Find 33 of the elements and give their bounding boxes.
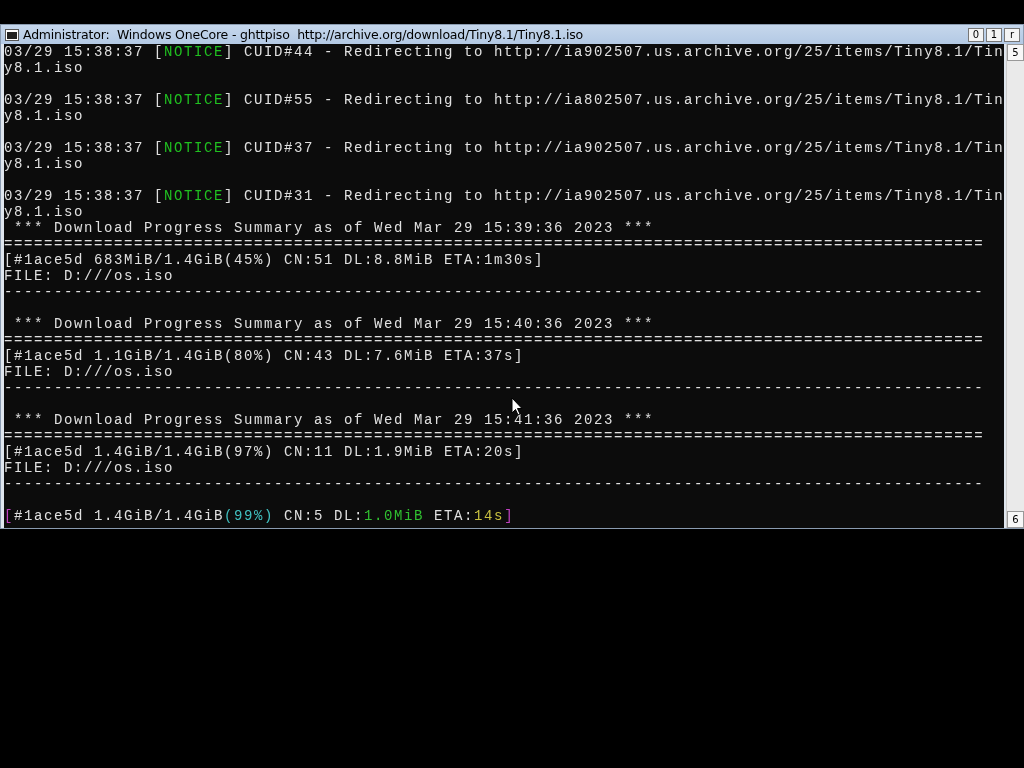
terminal-line: ================================================================================================== [4,236,986,252]
terminal-line: y8.1.iso [4,156,85,172]
window-control-button[interactable]: 1 [986,27,1002,42]
terminal-line: ================================================================================================== [4,428,986,444]
terminal-line: y8.1.iso [4,108,85,124]
terminal-line: -------------------------------------------------------------------------------------------------- [4,284,986,300]
mouse-pointer-icon [511,397,523,416]
terminal-line: FILE: D:///os.iso [4,364,176,380]
terminal-line: 03/29 15:38:37 [NOTICE] CUID#44 - Redirecting to http://ia902507.us.archive.org/25/items/Tiny8.1/Tin [4,44,1004,60]
scrollbar[interactable]: 5 6 [1006,44,1024,528]
window-title: Administrator: Windows OneCore - ghttpiso http://archive.org/download/Tiny8.1/Tiny8.1.iso [23,27,584,42]
terminal-line: *** Download Progress Summary as of Wed Mar 29 15:41:36 2023 *** [13,412,656,428]
terminal-line: *** Download Progress Summary as of Wed Mar 29 15:39:36 2023 *** [13,220,656,236]
terminal-line: [#1ace5d 1.1GiB/1.4GiB(80%) CN:43 DL:7.6MiB ETA:37s] [4,348,526,364]
terminal-line: y8.1.iso [4,60,85,76]
terminal-line: y8.1.iso [4,204,85,220]
console-icon [5,28,19,41]
terminal-line: -------------------------------------------------------------------------------------------------- [4,476,986,492]
terminal-line: *** Download Progress Summary as of Wed Mar 29 15:40:36 2023 *** [13,316,656,332]
window-control-button[interactable]: 0 [968,27,984,42]
scroll-up-button[interactable]: 5 [1007,44,1024,61]
terminal-line: 03/29 15:38:37 [NOTICE] CUID#55 - Redirecting to http://ia802507.us.archive.org/25/items/Tiny8.1/Tin [4,92,1004,108]
scroll-down-button[interactable]: 6 [1007,511,1024,528]
terminal-line: [#1ace5d 1.4GiB/1.4GiB(97%) CN:11 DL:1.9MiB ETA:20s] [4,444,526,460]
terminal-line: [#1ace5d 1.4GiB/1.4GiB(99%) CN:5 DL:1.0MiB ETA:14s] [4,508,516,524]
window-control-button[interactable]: r [1004,27,1020,42]
terminal-line: -------------------------------------------------------------------------------------------------- [4,380,986,396]
terminal-line: FILE: D:///os.iso [4,460,176,476]
terminal-line: ================================================================================================== [4,332,986,348]
terminal-line: FILE: D:///os.iso [4,268,176,284]
terminal-line: 03/29 15:38:37 [NOTICE] CUID#31 - Redirecting to http://ia902507.us.archive.org/25/items/Tiny8.1/Tin [4,188,1004,204]
terminal-line: 03/29 15:38:37 [NOTICE] CUID#37 - Redirecting to http://ia902507.us.archive.org/25/items/Tiny8.1/Tin [4,140,1004,156]
terminal-line: [#1ace5d 683MiB/1.4GiB(45%) CN:51 DL:8.8MiB ETA:1m30s] [4,252,546,268]
